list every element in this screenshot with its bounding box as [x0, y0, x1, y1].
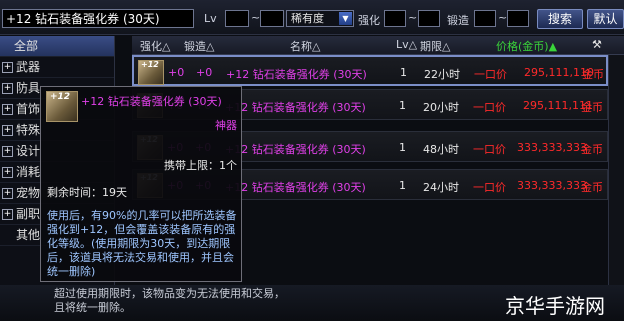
row-unit: 金币	[582, 68, 604, 81]
enhance-label: 强化	[358, 14, 380, 27]
forge-tilde: ~	[498, 11, 508, 24]
expand-icon[interactable]: +	[2, 104, 13, 115]
row-unit: 金币	[581, 181, 603, 194]
row-buy-type: 一口价	[473, 143, 506, 156]
forge-min-field[interactable]	[474, 10, 496, 27]
tooltip-type: 神器	[215, 119, 237, 132]
search-bar: +12 钻石装备强化券 (30天) Lv ~ 稀有度 ▼ 强化 ~ 锻造 ~ 搜…	[0, 0, 624, 35]
category-all[interactable]: 全部	[0, 36, 114, 57]
scrollbar[interactable]	[608, 55, 624, 321]
category-label: 宠物	[16, 186, 41, 200]
table-header: 强化△ 锻造△ 名称△ Lv△ 期限△ 价格(金币)▲ ⚒	[132, 36, 624, 55]
tooltip-title: +12 钻石装备强化券 (30天)	[81, 95, 222, 108]
forge-max-field[interactable]	[507, 10, 529, 27]
search-input[interactable]: +12 钻石装备强化券 (30天)	[2, 9, 194, 28]
row-period: 24小时	[423, 181, 459, 194]
row-name: +12 钻石装备强化券 (30天)	[225, 143, 366, 156]
table-row[interactable]: +12 +0 +0 +12 钻石装备强化券 (30天) 1 22小时 一口价 2…	[132, 55, 608, 86]
search-button[interactable]: 搜索	[537, 9, 583, 29]
enhance-min-field[interactable]	[384, 10, 406, 27]
col-lv[interactable]: Lv△	[396, 38, 417, 51]
row-period: 20小时	[423, 101, 459, 114]
row-name: +12 钻石装备强化券 (30天)	[226, 68, 367, 81]
lv-max-field[interactable]	[260, 10, 284, 27]
row-buy-type: 一口价	[474, 68, 507, 81]
expand-icon[interactable]: +	[2, 167, 13, 178]
item-tooltip: +12 +12 钻石装备强化券 (30天) 神器 携带上限：1个 剩余时间：19…	[40, 86, 242, 282]
category-label: 武器	[16, 60, 41, 74]
chevron-down-icon[interactable]: ▼	[339, 12, 352, 25]
row-unit: 金币	[581, 101, 603, 114]
col-name[interactable]: 名称△	[290, 38, 320, 54]
expand-icon[interactable]: +	[2, 146, 13, 157]
row-name: +12 钻石装备强化券 (30天)	[225, 101, 366, 114]
hammer-icon: ⚒	[592, 38, 602, 51]
col-price[interactable]: 价格(金币)▲	[496, 38, 557, 54]
expand-icon[interactable]: +	[2, 125, 13, 136]
tooltip-description: 使用后，有90%的几率可以把所选装备强化到+12，但会覆盖该装备原有的强化等级。…	[47, 209, 237, 278]
forge-label: 锻造	[447, 14, 469, 27]
watermark-text: 京华手游网	[505, 294, 605, 318]
row-lv: 1	[399, 179, 406, 192]
row-buy-type: 一口价	[473, 101, 506, 114]
expand-icon[interactable]: +	[2, 62, 13, 73]
default-button[interactable]: 默认	[587, 9, 624, 29]
col-period[interactable]: 期限△	[420, 38, 450, 54]
col-enhance[interactable]: 强化△	[140, 38, 170, 54]
enhance-tilde: ~	[408, 11, 418, 24]
lv-label: Lv	[204, 12, 217, 25]
row-unit: 金币	[581, 143, 603, 156]
category-weapon[interactable]: + 武器	[0, 57, 114, 78]
rarity-value: 稀有度	[291, 12, 324, 25]
col-forge[interactable]: 锻造△	[184, 38, 214, 54]
row-lv: 1	[399, 99, 406, 112]
category-label: 防具	[16, 81, 41, 95]
row-price: 333,333,333	[517, 179, 587, 192]
tooltip-remaining-time: 剩余时间：19天	[47, 186, 127, 199]
enhance-max-field[interactable]	[418, 10, 440, 27]
category-label: 特殊	[16, 123, 41, 137]
expand-icon[interactable]: +	[2, 83, 13, 94]
row-price: 333,333,333	[517, 141, 587, 154]
tooltip-stack-limit: 携带上限：1个	[164, 159, 237, 172]
category-label: 首饰	[16, 102, 41, 116]
enhance-ticket-icon: +12	[46, 91, 78, 122]
item-icon: +12	[138, 60, 164, 85]
row-buy-type: 一口价	[473, 181, 506, 194]
rarity-select[interactable]: 稀有度 ▼	[286, 10, 354, 27]
row-forge: +0	[196, 66, 213, 79]
row-period: 48小时	[423, 143, 459, 156]
row-enhance: +0	[168, 66, 185, 79]
category-label: 全部	[14, 39, 39, 53]
row-lv: 1	[399, 141, 406, 154]
expand-icon[interactable]: +	[2, 188, 13, 199]
row-lv: 1	[400, 66, 407, 79]
category-label: 设计	[16, 144, 41, 158]
category-label: 消耗	[16, 165, 41, 179]
lv-tilde: ~	[251, 11, 261, 24]
notice-text: 超过使用期限时，该物品变为无法使用和交易，且将统一删除。	[54, 287, 285, 314]
category-label: 副职	[16, 207, 41, 221]
row-name: +12 钻石装备强化券 (30天)	[225, 181, 366, 194]
lv-min-field[interactable]	[225, 10, 249, 27]
category-label: 其他	[16, 228, 41, 242]
expand-icon[interactable]: +	[2, 209, 13, 220]
row-period: 22小时	[424, 68, 460, 81]
